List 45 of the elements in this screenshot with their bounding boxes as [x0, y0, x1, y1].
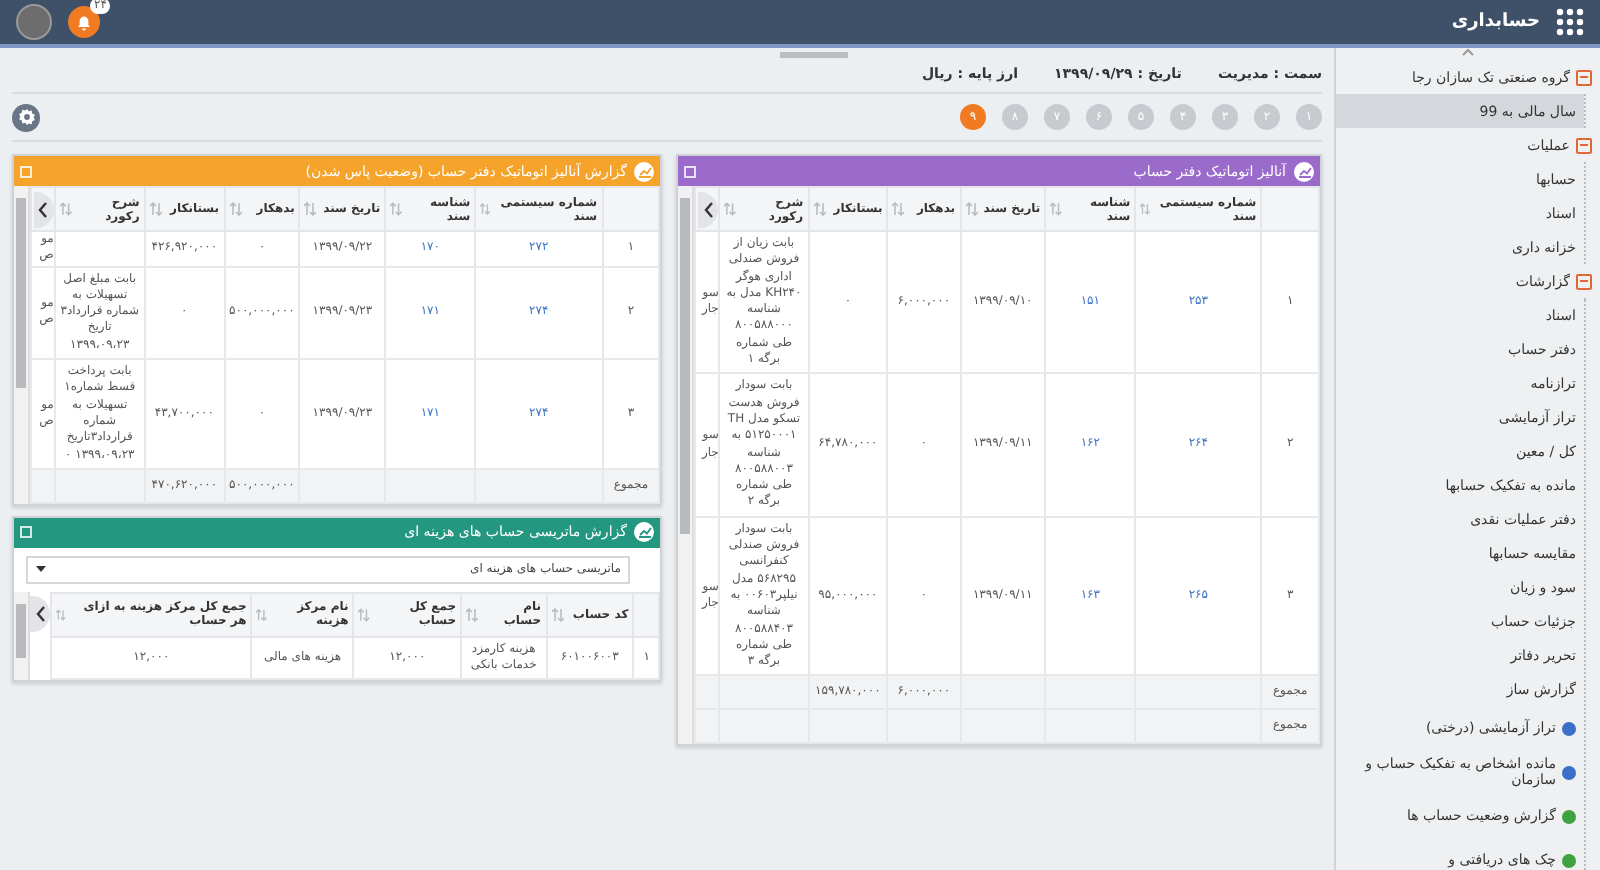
scroll-up-icon[interactable] — [1462, 48, 1474, 56]
scroll-columns-button[interactable] — [30, 595, 50, 632]
sort-icon[interactable] — [256, 607, 268, 622]
sort-icon[interactable] — [149, 202, 162, 216]
sort-icon[interactable] — [358, 607, 370, 622]
chevron-icon — [703, 201, 714, 217]
chevron-icon — [35, 605, 45, 622]
sort-icon[interactable] — [813, 202, 826, 216]
sort-icon[interactable] — [724, 202, 737, 216]
sort-icon[interactable] — [466, 607, 479, 622]
sort-icon[interactable] — [480, 202, 491, 216]
sort-icon[interactable] — [390, 202, 402, 216]
sort-icon[interactable] — [304, 202, 317, 216]
notification-button[interactable] — [68, 6, 100, 38]
scrollbar[interactable] — [678, 186, 695, 745]
collapse-icon[interactable] — [1576, 137, 1592, 153]
sort-icon[interactable] — [59, 202, 72, 216]
settings-icon — [17, 108, 35, 126]
bell-icon — [76, 13, 92, 31]
sort-icon[interactable] — [892, 202, 905, 216]
sort-icon[interactable] — [965, 202, 978, 216]
scroll-columns-button[interactable] — [698, 191, 719, 227]
app-grid-icon[interactable] — [1556, 8, 1584, 36]
caret-icon — [36, 566, 46, 573]
chart-icon — [634, 161, 655, 181]
chart-icon — [1294, 161, 1314, 181]
collapse-icon[interactable] — [1576, 69, 1592, 85]
sort-icon[interactable] — [56, 607, 66, 622]
sort-icon[interactable] — [229, 202, 242, 216]
scrollbar[interactable] — [14, 186, 30, 504]
maximize-button[interactable] — [20, 165, 32, 177]
settings-button[interactable] — [12, 103, 40, 131]
sort-icon[interactable] — [551, 607, 564, 622]
resize-handle[interactable] — [780, 52, 848, 58]
maximize-button[interactable] — [684, 165, 697, 177]
scrollbar[interactable] — [14, 591, 30, 681]
scroll-columns-button[interactable] — [33, 191, 54, 227]
maximize-button[interactable] — [20, 526, 32, 539]
chart-icon — [634, 522, 655, 543]
chevron-icon — [38, 201, 49, 217]
app-title: حسابداری — [1451, 12, 1540, 32]
collapse-icon[interactable] — [1576, 273, 1592, 289]
sort-icon[interactable] — [1050, 202, 1062, 216]
sort-icon[interactable] — [1140, 202, 1151, 216]
user-avatar[interactable] — [16, 4, 52, 40]
